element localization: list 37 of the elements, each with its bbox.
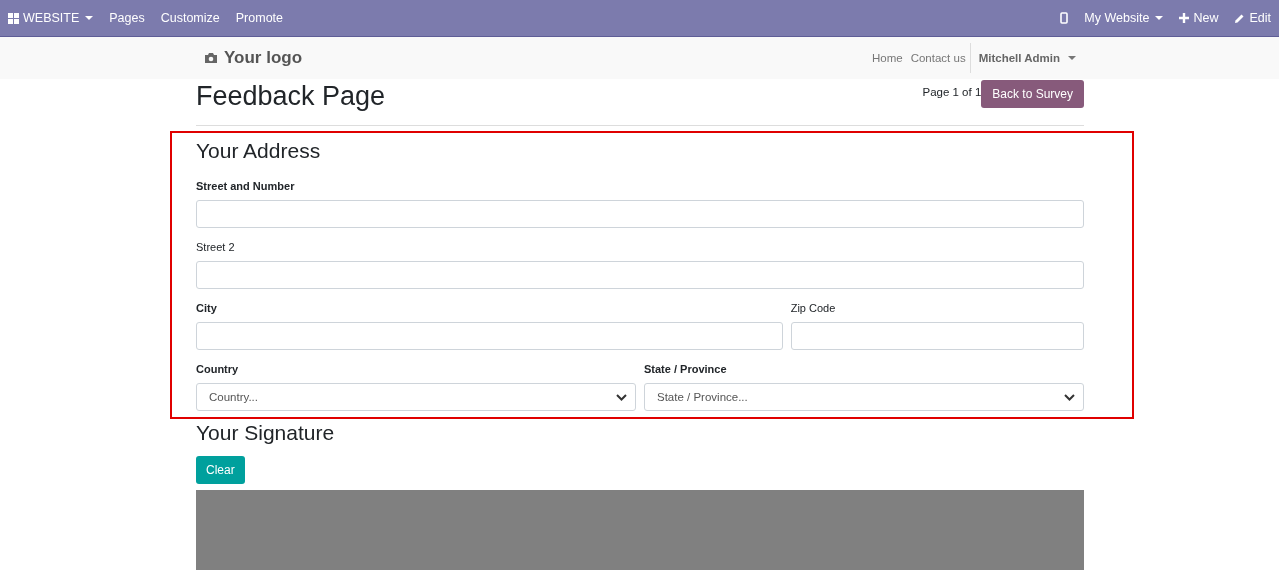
input-field[interactable] xyxy=(196,200,1084,228)
chevron-down-icon xyxy=(1064,393,1075,401)
chevron-down-icon xyxy=(616,393,627,401)
field-label: Street 2 xyxy=(196,241,236,254)
select-field[interactable]: State / Province... xyxy=(644,383,1084,411)
plus-icon xyxy=(1179,13,1190,23)
input-field[interactable] xyxy=(196,322,783,350)
phone-icon xyxy=(1060,12,1069,24)
menu-item[interactable]: Customize xyxy=(152,0,228,36)
new-button[interactable]: New xyxy=(1171,0,1227,36)
field-label: City xyxy=(196,302,218,315)
website-menu[interactable]: My Website xyxy=(1076,0,1172,36)
signature-pad[interactable] xyxy=(196,490,1084,570)
field-label: State / Province xyxy=(644,363,728,376)
camera-icon xyxy=(204,52,218,64)
section-title: Your Address xyxy=(196,138,322,164)
input-field[interactable] xyxy=(196,261,1084,289)
input-field[interactable] xyxy=(790,322,1084,350)
page-counter: Page 1 of 1 xyxy=(922,86,982,98)
field-label: Zip Code xyxy=(790,302,837,315)
nav-link[interactable]: Contact us xyxy=(906,52,970,64)
nav-link[interactable]: Home xyxy=(867,52,907,64)
user-menu[interactable]: Mitchell Admin xyxy=(969,43,1084,73)
back-to-survey-button[interactable]: Back to Survey xyxy=(981,80,1084,108)
grid-icon xyxy=(8,12,19,24)
edit-button[interactable]: Edit xyxy=(1226,0,1279,36)
menu-item[interactable]: Pages xyxy=(101,0,153,36)
field-label: Country xyxy=(196,363,240,376)
clear-button[interactable]: Clear xyxy=(196,456,245,484)
app-menu[interactable]: WEBSITE xyxy=(0,0,102,36)
logo-link[interactable]: Your logo xyxy=(188,48,319,68)
field-label: Street and Number xyxy=(196,180,296,193)
section-title: Your Signature xyxy=(196,420,336,446)
select-field[interactable]: Country... xyxy=(196,383,636,411)
menu-item[interactable]: Promote xyxy=(227,0,291,36)
page-title: Feedback Page xyxy=(196,81,386,113)
pencil-icon xyxy=(1234,12,1246,24)
